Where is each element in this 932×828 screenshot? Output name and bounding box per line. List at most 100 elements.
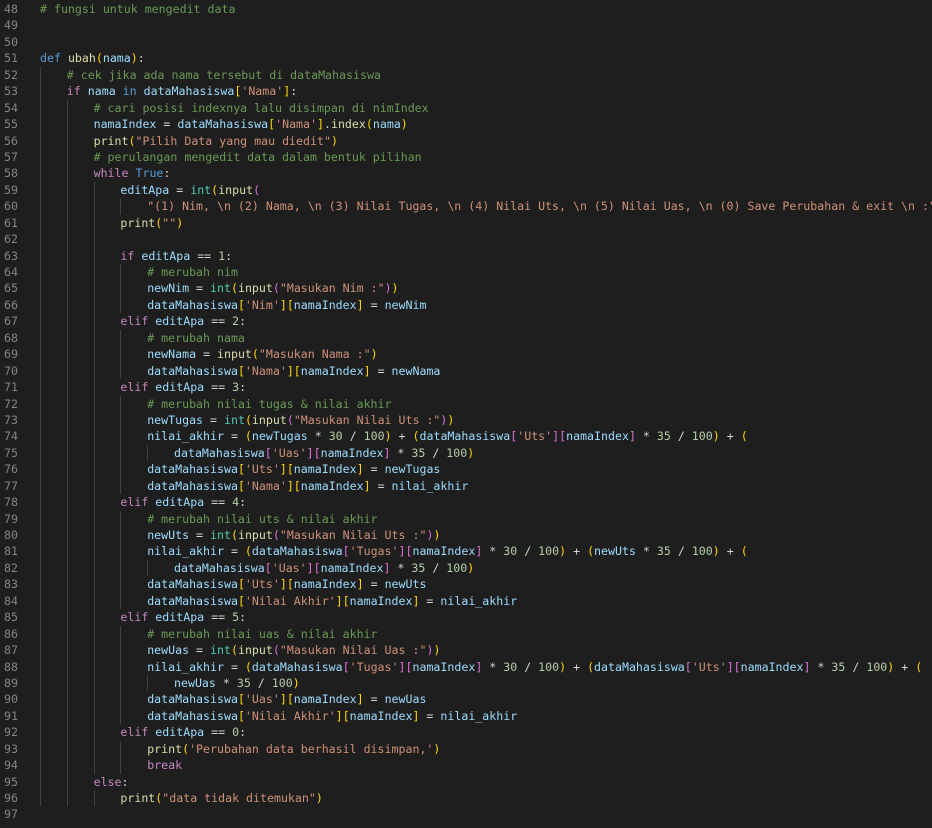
code-token: + bbox=[391, 429, 413, 444]
code-line[interactable]: 97 bbox=[0, 806, 932, 822]
code-line[interactable]: 85 elif editApa == 5: bbox=[0, 609, 932, 626]
code-token: = bbox=[363, 692, 385, 707]
code-text: elif editApa == 5: bbox=[120, 609, 246, 625]
code-token: # merubah nilai uts & nilai akhir bbox=[147, 511, 378, 526]
code-text: elif editApa == 0: bbox=[120, 724, 246, 740]
code-text: def ubah(nama): bbox=[40, 50, 145, 66]
code-text: print("Pilih Data yang mau diedit") bbox=[94, 133, 338, 149]
code-token: else bbox=[93, 774, 122, 789]
code-line[interactable]: 62 bbox=[0, 231, 932, 248]
code-text: print("data tidak ditemukan") bbox=[120, 790, 322, 806]
line-number: 60 bbox=[4, 199, 18, 214]
code-text: else: bbox=[94, 774, 129, 790]
code-line[interactable]: 55 namaIndex = dataMahasiswa['Nama'].inde… bbox=[0, 116, 932, 133]
code-token: # merubah nilai uas & nilai akhir bbox=[147, 626, 378, 641]
code-editor[interactable]: 48 # fungsi untuk mengedit data 49 50 51 def … bbox=[0, 0, 932, 828]
code-line[interactable]: 92 elif editApa == 0: bbox=[0, 724, 932, 741]
indent-guide bbox=[66, 658, 68, 675]
code-token: print bbox=[120, 791, 156, 805]
code-line[interactable]: 86 # merubah nilai uas & nilai akhir bbox=[0, 625, 932, 643]
code-line[interactable]: 67 elif editApa == 2: bbox=[0, 313, 932, 330]
code-line[interactable]: 71 elif editApa == 3: bbox=[0, 379, 932, 396]
line-number: 56 bbox=[4, 133, 18, 148]
code-line[interactable]: 79 # merubah nilai uts & nilai akhir bbox=[0, 510, 932, 527]
code-line[interactable]: 52 # cek jika ada nama tersebut di dataMa… bbox=[0, 66, 932, 84]
code-token: dataMahasiswa bbox=[177, 117, 269, 132]
code-line[interactable]: 90 dataMahasiswa['Uas'][namaIndex] = newU… bbox=[0, 691, 932, 708]
code-line[interactable]: 95 else: bbox=[0, 773, 932, 790]
code-line[interactable]: 69 newNama = input("Masukan Nama :") bbox=[0, 346, 932, 363]
code-token: namaIndex bbox=[300, 363, 364, 378]
code-line[interactable]: 61 print("") bbox=[0, 214, 932, 232]
code-line[interactable]: 66 dataMahasiswa['Nim'][namaIndex] = newN… bbox=[0, 296, 932, 314]
indent-guide bbox=[40, 461, 41, 478]
code-line[interactable]: 89 newUas * 35 / 100) bbox=[0, 674, 932, 692]
code-line[interactable]: 51 def ubah(nama): bbox=[0, 50, 932, 66]
code-token: : bbox=[225, 248, 233, 263]
indent-guide bbox=[66, 510, 68, 527]
code-line[interactable]: 68 # merubah nama bbox=[0, 329, 932, 347]
code-line[interactable]: 87 newUas = int(input("Masukan Nilai Uas … bbox=[0, 642, 932, 659]
code-line[interactable]: 53 if nama in dataMahasiswa['Nama']: bbox=[0, 83, 932, 100]
indent-guide bbox=[40, 773, 41, 790]
indent-guide bbox=[93, 329, 95, 347]
code-line[interactable]: 84 dataMahasiswa['Nilai Akhir'][namaIndex… bbox=[0, 592, 932, 610]
code-line[interactable]: 82 dataMahasiswa['Uas'][namaIndex] * 35 /… bbox=[0, 559, 932, 577]
code-line[interactable]: 63 if editApa == 1: bbox=[0, 247, 932, 264]
code-line[interactable]: 93 print('Perubahan data berhasil disimpa… bbox=[0, 740, 932, 758]
line-number: 72 bbox=[4, 396, 18, 411]
code-line[interactable]: 77 dataMahasiswa['Nama'][namaIndex] = nil… bbox=[0, 477, 932, 495]
indent-guide bbox=[40, 658, 41, 675]
indent-guide bbox=[66, 296, 68, 314]
code-token: namaIndex bbox=[566, 429, 629, 444]
line-number: 65 bbox=[4, 281, 18, 296]
code-line[interactable]: 96 print("data tidak ditemukan") bbox=[0, 790, 932, 807]
code-token: / bbox=[670, 429, 692, 444]
code-line[interactable]: 48 # fungsi untuk mengedit data bbox=[0, 1, 932, 17]
code-token: / bbox=[517, 659, 539, 674]
code-line[interactable]: 60 "(1) Nim, \n (2) Nama, \n (3) Nilai Tu… bbox=[0, 198, 932, 215]
code-line[interactable]: 54 # cari posisi indexnya lalu disimpan d… bbox=[0, 99, 932, 117]
code-line[interactable]: 49 bbox=[0, 17, 932, 33]
indent-guide bbox=[93, 625, 95, 643]
code-token: 'Nilai Akhir' bbox=[244, 593, 336, 608]
indent-guide bbox=[66, 264, 68, 281]
line-number: 54 bbox=[4, 100, 18, 115]
code-line[interactable]: 56 print("Pilih Data yang mau diedit") bbox=[0, 132, 932, 149]
indent-guide bbox=[66, 592, 68, 610]
code-line[interactable]: 73 newTugas = int(input("Masukan Nilai Ut… bbox=[0, 411, 932, 429]
code-line[interactable]: 72 # merubah nilai tugas & nilai akhir bbox=[0, 395, 932, 412]
indent-guide bbox=[93, 231, 95, 248]
code-line[interactable]: 94 break bbox=[0, 757, 932, 774]
code-line[interactable]: 50 bbox=[0, 34, 932, 50]
code-line[interactable]: 74 nilai_akhir = (newTugas * 30 / 100) + … bbox=[0, 428, 932, 445]
code-line[interactable]: 78 elif editApa == 4: bbox=[0, 494, 932, 511]
code-line[interactable]: 65 newNim = int(input("Masukan Nim :")) bbox=[0, 280, 932, 297]
indent-guide bbox=[66, 707, 68, 725]
code-line[interactable]: 58 while True: bbox=[0, 165, 932, 182]
code-token: "(1) Nim, \n (2) Nama, \n (3) Nilai Tuga… bbox=[147, 199, 932, 214]
indent-guide bbox=[147, 674, 149, 692]
code-line[interactable]: 91 dataMahasiswa['Nilai Akhir'][namaIndex… bbox=[0, 707, 932, 725]
code-line[interactable]: 81 nilai_akhir = (dataMahasiswa['Tugas'][… bbox=[0, 543, 932, 560]
code-token: : bbox=[163, 166, 171, 181]
line-number: 48 bbox=[4, 2, 18, 16]
line-number: 86 bbox=[4, 626, 18, 641]
indent-guide bbox=[40, 346, 41, 363]
code-line[interactable]: 57 # perulangan mengedit data dalam bentu… bbox=[0, 148, 932, 166]
indent-guide bbox=[66, 395, 68, 412]
code-line[interactable]: 83 dataMahasiswa['Uts'][namaIndex] = newU… bbox=[0, 576, 932, 593]
code-line[interactable]: 75 dataMahasiswa['Uas'][namaIndex] * 35 /… bbox=[0, 444, 932, 462]
code-line[interactable]: 59 editApa = int(input( bbox=[0, 181, 932, 199]
code-token: / bbox=[342, 429, 364, 444]
code-line[interactable]: 76 dataMahasiswa['Uts'][namaIndex] = newT… bbox=[0, 461, 932, 478]
code-line[interactable]: 64 # merubah nim bbox=[0, 264, 932, 281]
code-token: 35 bbox=[656, 544, 671, 559]
code-line[interactable]: 88 nilai_akhir = (dataMahasiswa['Tugas'][… bbox=[0, 658, 932, 675]
code-line[interactable]: 80 newUts = int(input("Masukan Nilai Uts … bbox=[0, 527, 932, 544]
indent-guide bbox=[93, 527, 95, 544]
code-line[interactable]: 70 dataMahasiswa['Nama'][namaIndex] = new… bbox=[0, 362, 932, 380]
code-token: ] bbox=[317, 117, 324, 132]
code-token: editApa bbox=[155, 314, 205, 329]
